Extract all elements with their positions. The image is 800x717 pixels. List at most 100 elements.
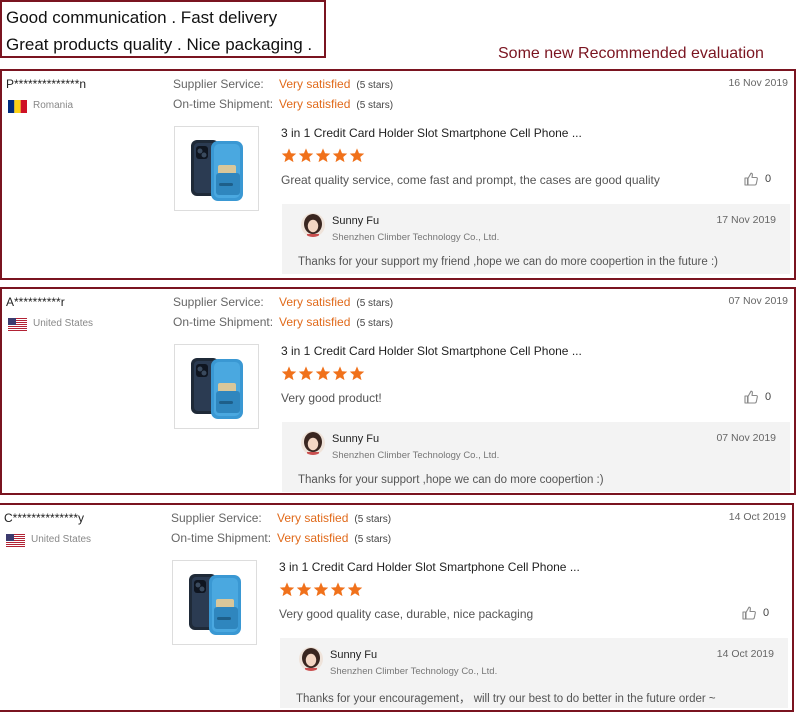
ontime-shipment-label: On-time Shipment: — [173, 315, 274, 329]
ontime-shipment-value: Very satisfied — [279, 97, 351, 111]
supplier-service-row: Supplier Service: Very satisfied (5 stars) — [171, 511, 391, 525]
reply-date: 17 Nov 2019 — [716, 214, 776, 226]
phone-case-image — [191, 140, 243, 201]
star-icon — [347, 582, 363, 597]
star-icon — [315, 366, 331, 381]
like-button[interactable]: 0 — [743, 389, 771, 405]
supplier-service-value: Very satisfied — [277, 511, 349, 525]
ontime-shipment-stars: (5 stars) — [354, 534, 392, 545]
ontime-shipment-row: On-time Shipment: Very satisfied (5 stars) — [173, 97, 393, 111]
ontime-shipment-stars: (5 stars) — [356, 318, 394, 329]
reply-text: Thanks for your encouragement， will try … — [296, 693, 716, 705]
supplier-service-row: Supplier Service: Very satisfied (5 stars) — [173, 295, 393, 309]
reply-company: Shenzhen Climber Technology Co., Ltd. — [332, 450, 500, 461]
star-icon — [349, 148, 365, 163]
ontime-shipment-value: Very satisfied — [277, 531, 349, 545]
reviewer-name: P**************n — [6, 77, 87, 91]
reply-date: 14 Oct 2019 — [716, 648, 774, 660]
like-count: 0 — [765, 391, 772, 403]
ontime-shipment-stars: (5 stars) — [356, 100, 394, 111]
banner-line-2: Great products quality . Nice packaging … — [6, 35, 313, 54]
reply-text: Thanks for your support my friend ,hope … — [298, 256, 718, 268]
star-icon — [313, 582, 329, 597]
reply-text: Thanks for your support ,hope we can do … — [298, 474, 604, 486]
star-icon — [332, 148, 348, 163]
seller-reply: Sunny Fu Shenzhen Climber Technology Co.… — [282, 422, 790, 492]
review-card: P**************n Romania Supplier Servic… — [0, 69, 796, 280]
like-count: 0 — [763, 607, 770, 619]
reply-author: Sunny Fu — [330, 649, 378, 661]
supplier-service-label: Supplier Service: — [173, 77, 264, 91]
banner-line-1: Good communication . Fast delivery — [6, 8, 278, 27]
ontime-shipment-label: On-time Shipment: — [171, 531, 272, 545]
ontime-shipment-row: On-time Shipment: Very satisfied (5 stars) — [171, 531, 391, 545]
thumbs-up-icon — [742, 606, 756, 620]
romania-flag-icon — [8, 100, 27, 113]
star-icon — [296, 582, 312, 597]
reply-company: Shenzhen Climber Technology Co., Ltd. — [332, 232, 500, 243]
like-button[interactable]: 0 — [743, 171, 771, 187]
seller-reply: Sunny Fu Shenzhen Climber Technology Co.… — [282, 204, 790, 274]
supplier-service-stars: (5 stars) — [356, 298, 394, 309]
review-comment: Very good product! — [281, 391, 382, 405]
star-icon — [332, 366, 348, 381]
avatar — [301, 431, 325, 455]
ontime-shipment-row: On-time Shipment: Very satisfied (5 stars) — [173, 315, 393, 329]
star-icon — [279, 582, 295, 597]
phone-case-image — [189, 574, 241, 635]
promo-banner: Good communication . Fast delivery Great… — [0, 0, 326, 58]
reviewer-name: C**************y — [4, 511, 85, 525]
reply-author: Sunny Fu — [332, 433, 380, 445]
supplier-service-label: Supplier Service: — [171, 511, 262, 525]
avatar — [301, 213, 325, 237]
rating-stars — [279, 582, 363, 597]
review-date: 07 Nov 2019 — [728, 295, 788, 307]
rating-stars — [281, 366, 365, 381]
like-button[interactable]: 0 — [741, 605, 769, 621]
supplier-service-label: Supplier Service: — [173, 295, 264, 309]
seller-reply: Sunny Fu Shenzhen Climber Technology Co.… — [280, 638, 788, 708]
reply-company: Shenzhen Climber Technology Co., Ltd. — [330, 666, 498, 677]
reviewer-name: A**********r — [6, 295, 65, 309]
star-icon — [315, 148, 331, 163]
product-title[interactable]: 3 in 1 Credit Card Holder Slot Smartphon… — [279, 560, 580, 574]
supplier-service-row: Supplier Service: Very satisfied (5 stars) — [173, 77, 393, 91]
star-icon — [281, 366, 297, 381]
product-thumbnail[interactable] — [172, 560, 257, 645]
avatar — [299, 647, 323, 671]
review-comment: Very good quality case, durable, nice pa… — [279, 607, 534, 621]
thumbs-up-icon — [744, 390, 758, 404]
supplier-service-stars: (5 stars) — [356, 80, 394, 91]
reviewer-country: Romania — [33, 100, 74, 111]
reply-date: 07 Nov 2019 — [716, 432, 776, 444]
supplier-service-stars: (5 stars) — [354, 514, 392, 525]
review-date: 14 Oct 2019 — [728, 511, 786, 523]
star-icon — [330, 582, 346, 597]
us-flag-icon — [8, 318, 27, 331]
reply-author: Sunny Fu — [332, 215, 380, 227]
product-title[interactable]: 3 in 1 Credit Card Holder Slot Smartphon… — [281, 126, 582, 140]
supplier-service-value: Very satisfied — [279, 77, 351, 91]
like-count: 0 — [765, 173, 772, 185]
review-card: C**************y United States Supplier … — [0, 503, 794, 712]
product-thumbnail[interactable] — [174, 126, 259, 211]
rating-stars — [281, 148, 365, 163]
review-date: 16 Nov 2019 — [728, 77, 788, 89]
star-icon — [298, 366, 314, 381]
star-icon — [281, 148, 297, 163]
reviewer-country: United States — [31, 534, 92, 545]
review-comment: Great quality service, come fast and pro… — [281, 173, 660, 187]
product-title[interactable]: 3 in 1 Credit Card Holder Slot Smartphon… — [281, 344, 582, 358]
review-card: A**********r United States Supplier Serv… — [0, 287, 796, 495]
star-icon — [298, 148, 314, 163]
ontime-shipment-value: Very satisfied — [279, 315, 351, 329]
star-icon — [349, 366, 365, 381]
recommended-heading: Some new Recommended evaluation — [498, 45, 764, 62]
ontime-shipment-label: On-time Shipment: — [173, 97, 274, 111]
thumbs-up-icon — [744, 172, 758, 186]
reviewer-country: United States — [33, 318, 94, 329]
us-flag-icon — [6, 534, 25, 547]
supplier-service-value: Very satisfied — [279, 295, 351, 309]
product-thumbnail[interactable] — [174, 344, 259, 429]
phone-case-image — [191, 358, 243, 419]
